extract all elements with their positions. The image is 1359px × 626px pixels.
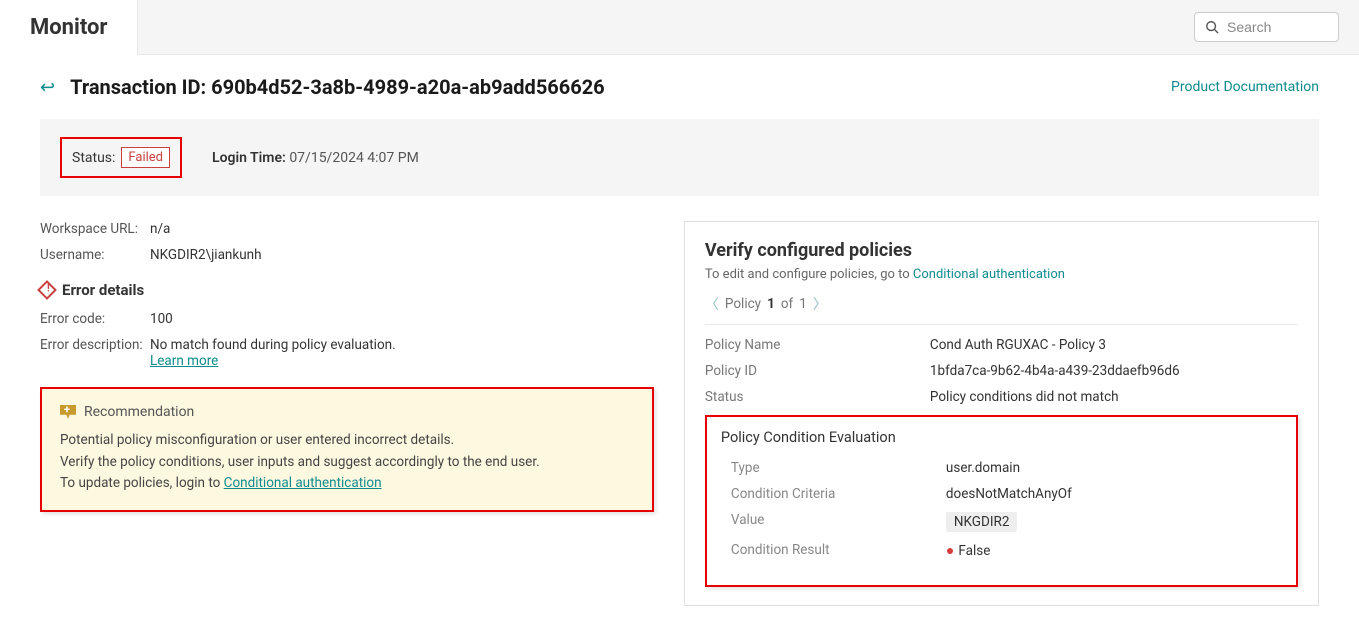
username-value: NKGDIR2\jiankunh xyxy=(150,247,262,263)
right-column: Verify configured policies To edit and c… xyxy=(684,221,1319,606)
learn-more-link[interactable]: Learn more xyxy=(150,353,218,369)
error-details-heading-text: Error details xyxy=(62,281,144,299)
left-column: Workspace URL: n/a Username: NKGDIR2\jia… xyxy=(40,221,654,606)
eval-value-chip: NKGDIR2 xyxy=(946,512,1018,532)
status-badge: Failed xyxy=(121,147,170,168)
page-title: Transaction ID: 690b4d52-3a8b-4989-a20a-… xyxy=(70,75,605,99)
pager-current: 1 xyxy=(767,296,775,312)
policy-status-value: Policy conditions did not match xyxy=(930,389,1119,405)
eval-criteria-label: Condition Criteria xyxy=(731,486,946,502)
policy-condition-evaluation-heading: Policy Condition Evaluation xyxy=(721,429,1282,446)
title-row: ↩ Transaction ID: 690b4d52-3a8b-4989-a20… xyxy=(40,75,1319,99)
error-desc-value: No match found during policy evaluation.… xyxy=(150,337,396,369)
chevron-right-icon[interactable]: 〉 xyxy=(813,294,827,314)
eval-value-value: NKGDIR2 xyxy=(946,512,1018,532)
login-time-value: 07/15/2024 4:07 PM xyxy=(289,150,419,166)
recommendation-line2: Verify the policy conditions, user input… xyxy=(60,452,634,474)
transaction-id-value: 690b4d52-3a8b-4989-a20a-ab9add566626 xyxy=(211,75,605,99)
verify-policies-subtitle: To edit and configure policies, go to Co… xyxy=(705,267,1298,282)
eval-type-value: user.domain xyxy=(946,460,1020,476)
pager-mid: of xyxy=(781,296,793,312)
recommendation-box: Recommendation Potential policy misconfi… xyxy=(40,387,654,512)
recommendation-icon xyxy=(60,405,76,419)
workspace-url-value: n/a xyxy=(150,221,170,237)
error-icon xyxy=(37,280,57,300)
transaction-id-prefix: Transaction ID: xyxy=(70,75,211,99)
policy-condition-evaluation-box: Policy Condition Evaluation Type user.do… xyxy=(705,415,1298,587)
eval-result-label: Condition Result xyxy=(731,542,946,559)
status-dot-icon: ● xyxy=(946,543,954,559)
username-label: Username: xyxy=(40,247,150,263)
error-desc-label: Error description: xyxy=(40,337,150,369)
search-wrapper[interactable] xyxy=(1194,12,1339,42)
eval-value-label: Value xyxy=(731,512,946,532)
policy-id-value: 1bfda7ca-9b62-4b4a-a439-23ddaefb96d6 xyxy=(930,363,1180,379)
pager-total: 1 xyxy=(799,296,807,312)
search-input[interactable] xyxy=(1227,19,1328,35)
verify-policies-title: Verify configured policies xyxy=(705,240,1298,261)
error-details-heading: Error details xyxy=(40,281,654,299)
workspace-url-label: Workspace URL: xyxy=(40,221,150,237)
policy-status-label: Status xyxy=(705,389,930,405)
topbar: Monitor xyxy=(0,0,1359,55)
eval-criteria-value: doesNotMatchAnyOf xyxy=(946,486,1072,502)
conditional-auth-link-2[interactable]: Conditional authentication xyxy=(913,267,1065,282)
policy-name-label: Policy Name xyxy=(705,337,930,353)
login-time: Login Time: 07/15/2024 4:07 PM xyxy=(212,150,419,166)
search-icon xyxy=(1205,20,1219,34)
error-code-value: 100 xyxy=(150,311,173,327)
product-documentation-link[interactable]: Product Documentation xyxy=(1171,79,1319,95)
page-section-title: Monitor xyxy=(0,0,138,55)
error-code-label: Error code: xyxy=(40,311,150,327)
back-icon[interactable]: ↩ xyxy=(40,77,55,98)
conditional-auth-link[interactable]: Conditional authentication xyxy=(224,475,382,491)
login-time-label: Login Time: xyxy=(212,150,286,166)
eval-result-text: False xyxy=(958,543,990,559)
status-block-highlight: Status: Failed xyxy=(60,137,182,178)
recommendation-line3-prefix: To update policies, login to xyxy=(60,475,224,491)
recommendation-line3: To update policies, login to Conditional… xyxy=(60,473,634,495)
pager-prefix: Policy xyxy=(725,296,761,312)
policy-id-label: Policy ID xyxy=(705,363,930,379)
recommendation-line1: Potential policy misconfiguration or use… xyxy=(60,430,634,452)
status-bar: Status: Failed Login Time: 07/15/2024 4:… xyxy=(40,119,1319,196)
eval-result-value: ●False xyxy=(946,542,990,559)
eval-type-label: Type xyxy=(731,460,946,476)
status-label: Status: xyxy=(72,150,115,166)
error-desc-text: No match found during policy evaluation. xyxy=(150,337,396,353)
verify-policies-subtitle-prefix: To edit and configure policies, go to xyxy=(705,267,913,282)
policy-name-value: Cond Auth RGUXAC - Policy 3 xyxy=(930,337,1106,353)
chevron-left-icon[interactable]: 〈 xyxy=(705,294,719,314)
recommendation-heading: Recommendation xyxy=(84,404,194,420)
policy-pager: 〈 Policy 1 of 1 〉 xyxy=(705,294,1298,325)
